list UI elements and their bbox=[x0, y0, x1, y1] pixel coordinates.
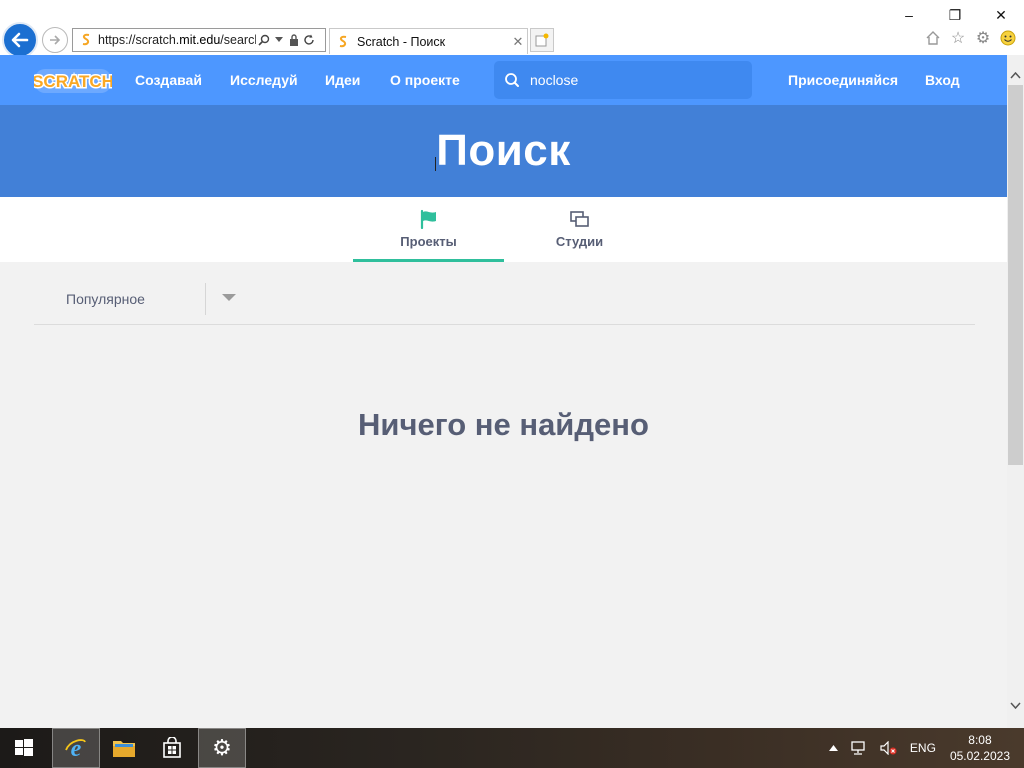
scrollbar-thumb[interactable] bbox=[1008, 85, 1023, 465]
taskbar-internet-explorer[interactable]: e bbox=[52, 728, 100, 768]
dropdown-divider bbox=[205, 283, 206, 315]
search-icon bbox=[494, 61, 530, 99]
scroll-up-arrow-icon[interactable] bbox=[1007, 67, 1024, 84]
browser-tab[interactable]: Scratch - Поиск ✕ bbox=[329, 28, 528, 54]
nav-about[interactable]: О проекте bbox=[390, 55, 460, 105]
page-viewport: SCRATCH Создавай Исследуй Идеи О проекте… bbox=[0, 55, 1007, 728]
minimize-button[interactable]: – bbox=[886, 4, 932, 26]
sort-dropdown[interactable]: Популярное bbox=[34, 281, 240, 317]
gear-icon: ⚙ bbox=[212, 735, 232, 760]
chevron-down-icon[interactable] bbox=[271, 32, 286, 48]
sort-filter-row: Популярное bbox=[34, 281, 975, 325]
folder-icon bbox=[113, 741, 135, 757]
arrow-left-icon bbox=[11, 32, 29, 48]
internet-explorer-icon: e bbox=[65, 736, 86, 760]
scratch-favicon-icon bbox=[78, 32, 94, 48]
address-text[interactable]: https://scratch.mit.edu/search bbox=[98, 33, 256, 47]
search-box[interactable] bbox=[494, 61, 752, 99]
vertical-scrollbar[interactable] bbox=[1007, 55, 1024, 728]
refresh-icon[interactable] bbox=[301, 32, 316, 48]
windows-taskbar: e ⚙ ENG 8:08 05.02.2023 bbox=[0, 728, 1024, 768]
nav-signin[interactable]: Вход bbox=[925, 55, 960, 105]
taskbar-file-explorer[interactable] bbox=[100, 728, 148, 768]
clock[interactable]: 8:08 05.02.2023 bbox=[950, 732, 1010, 764]
tab-projects[interactable]: Проекты bbox=[353, 197, 504, 262]
store-bag-icon bbox=[163, 737, 181, 758]
empty-results-message: Ничего не найдено bbox=[358, 407, 649, 442]
browser-chrome: – ❐ ✕ https://scratch.mit.edu/search bbox=[0, 0, 1024, 58]
volume-muted-icon[interactable] bbox=[880, 741, 898, 755]
scratch-navbar: SCRATCH Создавай Исследуй Идеи О проекте… bbox=[0, 55, 1007, 105]
show-hidden-icons-icon[interactable] bbox=[828, 745, 838, 751]
studios-icon bbox=[569, 209, 591, 229]
page-title: Поиск bbox=[436, 126, 571, 175]
home-icon[interactable] bbox=[923, 28, 943, 48]
window-controls: – ❐ ✕ bbox=[886, 4, 1024, 26]
close-tab-icon[interactable]: ✕ bbox=[509, 34, 527, 50]
start-button[interactable] bbox=[0, 728, 48, 768]
sort-selected-value: Популярное bbox=[66, 291, 145, 307]
back-button[interactable] bbox=[2, 22, 38, 58]
search-icon[interactable] bbox=[256, 32, 271, 48]
input-language[interactable]: ENG bbox=[910, 741, 936, 755]
taskbar-settings[interactable]: ⚙ bbox=[198, 728, 246, 768]
network-icon[interactable] bbox=[850, 741, 868, 755]
search-hero-banner: Поиск bbox=[0, 105, 1007, 197]
system-tray: ENG 8:08 05.02.2023 bbox=[823, 728, 1024, 768]
search-tabs: Проекты Студии bbox=[0, 197, 1007, 262]
scratch-favicon-icon bbox=[335, 34, 351, 50]
lock-icon[interactable] bbox=[286, 32, 301, 48]
svg-text:SCRATCH: SCRATCH bbox=[34, 72, 112, 91]
close-button[interactable]: ✕ bbox=[978, 4, 1024, 26]
scratch-logo[interactable]: SCRATCH bbox=[31, 67, 115, 95]
arrow-right-icon bbox=[50, 35, 61, 45]
tab-studios[interactable]: Студии bbox=[504, 197, 655, 262]
clock-time: 8:08 bbox=[968, 733, 992, 747]
address-bar[interactable]: https://scratch.mit.edu/search bbox=[72, 28, 326, 52]
restore-button[interactable]: ❐ bbox=[932, 4, 978, 26]
favorites-star-icon[interactable]: ☆ bbox=[948, 28, 968, 48]
forward-button[interactable] bbox=[42, 27, 68, 53]
chevron-down-icon bbox=[222, 294, 236, 301]
nav-ideas[interactable]: Идеи bbox=[325, 55, 360, 105]
new-tab-button[interactable] bbox=[530, 28, 554, 52]
ie-toolbar: ☆ ⚙ bbox=[923, 28, 1018, 48]
taskbar-store[interactable] bbox=[148, 728, 196, 768]
new-tab-icon bbox=[535, 33, 549, 47]
nav-create[interactable]: Создавай bbox=[135, 55, 202, 105]
nav-join[interactable]: Присоединяйся bbox=[788, 55, 898, 105]
tab-label: Студии bbox=[555, 234, 604, 249]
scroll-down-arrow-icon[interactable] bbox=[1007, 697, 1024, 714]
smiley-feedback-icon[interactable] bbox=[998, 28, 1018, 48]
flag-icon bbox=[419, 209, 439, 229]
tab-label: Проекты bbox=[400, 234, 457, 249]
gear-icon[interactable]: ⚙ bbox=[973, 28, 993, 48]
text-cursor bbox=[435, 157, 437, 171]
search-input[interactable] bbox=[530, 72, 730, 88]
windows-logo-icon bbox=[15, 739, 33, 756]
tab-title: Scratch - Поиск bbox=[357, 34, 446, 49]
nav-explore[interactable]: Исследуй bbox=[230, 55, 298, 105]
clock-date: 05.02.2023 bbox=[949, 749, 1010, 763]
